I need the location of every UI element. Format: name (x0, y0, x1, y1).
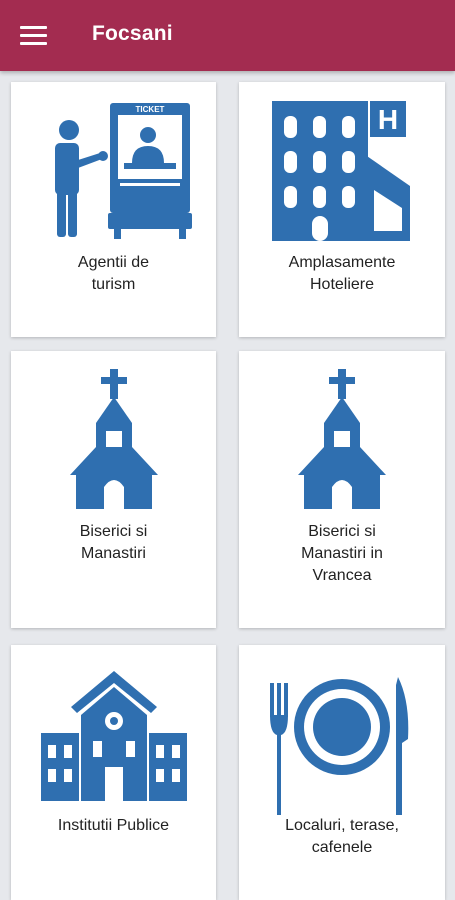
category-label: Amplasamente Hoteliere (288, 254, 396, 293)
category-card-public-institutions[interactable]: Institutii Publice (11, 645, 216, 900)
restaurant-icon (270, 677, 409, 815)
category-card-restaurants[interactable]: Localuri, terase, cafenele (239, 645, 445, 900)
hotel-icon: H (272, 101, 410, 241)
category-card-hotels[interactable]: H Amplasamente Hoteliere (239, 82, 445, 337)
ticket-sign: TICKET (136, 105, 165, 114)
category-card-churches[interactable]: Biserici si Manastiri (11, 351, 216, 628)
app-bar: Focsani (0, 0, 455, 71)
category-label: Institutii Publice (57, 817, 170, 834)
category-card-travel-agencies[interactable]: TICKET Agentii de turism (11, 82, 216, 337)
category-label: Biserici si Manastiri in Vrancea (301, 523, 383, 584)
category-label: Agentii de turism (77, 254, 150, 293)
category-label: Localuri, terase, cafenele (285, 817, 399, 856)
category-card-churches-vrancea[interactable]: Biserici si Manastiri in Vrancea (239, 351, 445, 628)
hamburger-menu-icon[interactable] (18, 23, 50, 49)
public-institution-icon (41, 671, 187, 801)
travel-agency-icon: TICKET (55, 103, 192, 239)
category-label: Biserici si Manastiri (79, 523, 148, 562)
page-title: Focsani (92, 22, 173, 45)
church-icon (70, 369, 158, 509)
church-icon (298, 369, 386, 509)
hotel-sign: H (378, 104, 398, 135)
